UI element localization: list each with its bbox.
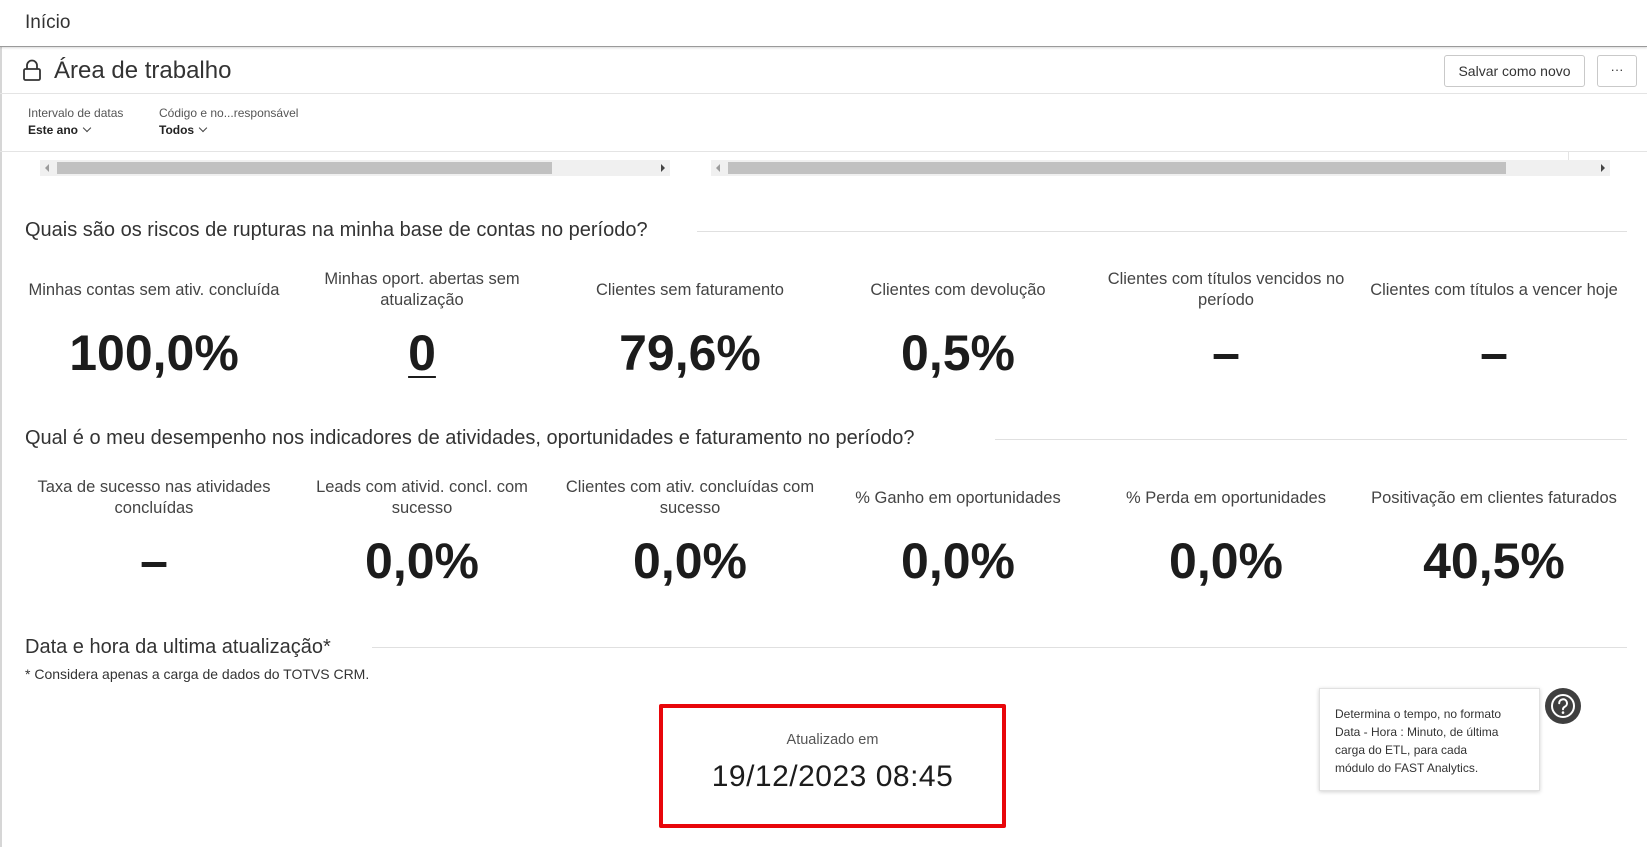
kpi-label: Minhas oport. abertas sem atualização bbox=[324, 270, 520, 309]
scroll-right-arrow-icon[interactable] bbox=[661, 164, 665, 172]
filter-label: Intervalo de datas bbox=[28, 106, 124, 120]
kpi-value: 79,6% bbox=[619, 325, 761, 381]
tooltip-line: carga do ETL, para cada bbox=[1335, 743, 1468, 757]
tooltip-line: módulo do FAST Analytics. bbox=[1335, 761, 1479, 775]
section-divider bbox=[372, 647, 1627, 648]
kpi-label: % Ganho em oportunidades bbox=[855, 488, 1061, 507]
kpi-billed-clients-positivation: Positivação em clientes faturados 40,5% bbox=[1360, 477, 1628, 590]
top-bar: Início bbox=[0, 0, 1647, 47]
filter-value: Todos bbox=[159, 123, 195, 137]
kpi-accounts-without-activity: Minhas contas sem ativ. concluída 100,0% bbox=[20, 269, 288, 382]
kpi-label: Clientes com devolução bbox=[870, 280, 1046, 299]
section-title-risks: Quais são os riscos de rupturas na minha… bbox=[25, 219, 648, 241]
footnote: * Considera apenas a carga de dados do T… bbox=[25, 666, 370, 682]
scrollbar-thumb[interactable] bbox=[728, 162, 1506, 174]
kpi-label: Clientes com títulos a vencer hoje bbox=[1370, 280, 1618, 299]
tooltip-line: Data - Hora : Minuto, de última bbox=[1335, 725, 1499, 739]
section-title-last-update: Data e hora da ultima atualização* bbox=[25, 636, 331, 658]
kpi-clients-with-returns: Clientes com devolução 0,5% bbox=[824, 269, 1092, 382]
kpi-open-opportunities: Minhas oport. abertas sem atualização 0 bbox=[288, 269, 556, 382]
home-link[interactable]: Início bbox=[25, 12, 70, 34]
kpi-value: 0,0% bbox=[633, 533, 747, 589]
chevron-down-icon bbox=[82, 123, 92, 133]
more-options-button[interactable]: ··· bbox=[1597, 55, 1637, 87]
kpi-label: Taxa de sucesso nas atividades concluída… bbox=[37, 478, 271, 517]
chevron-down-icon bbox=[198, 123, 208, 133]
tooltip-line: Determina o tempo, no formato bbox=[1335, 707, 1502, 721]
scroll-left-arrow-icon[interactable] bbox=[45, 164, 49, 172]
updated-label: Atualizado em bbox=[786, 732, 879, 748]
help-icon bbox=[1551, 694, 1575, 718]
section-title-performance: Qual é o meu desempenho nos indicadores … bbox=[25, 427, 915, 449]
kpi-label: Clientes sem faturamento bbox=[595, 280, 784, 299]
kpi-lost-opportunities: % Perda em oportunidades 0,0% bbox=[1092, 477, 1360, 590]
kpi-value: – bbox=[1212, 325, 1240, 381]
filter-date-range[interactable]: Intervalo de datas Este ano bbox=[28, 106, 123, 139]
kpi-clients-without-billing: Clientes sem faturamento 79,6% bbox=[556, 269, 824, 382]
filter-responsible[interactable]: Código e no...responsável Todos bbox=[159, 106, 298, 139]
filter-bar: Intervalo de datas Este ano Código e no.… bbox=[0, 95, 1647, 152]
kpi-value: 100,0% bbox=[69, 325, 239, 381]
kpi-value: 0,0% bbox=[901, 533, 1015, 589]
kpi-value: 0,5% bbox=[901, 325, 1015, 381]
filter-label: Código e no...responsável bbox=[159, 106, 299, 120]
kpi-value: – bbox=[1480, 325, 1508, 381]
section-divider bbox=[697, 231, 1627, 232]
kpi-clients-success: Clientes com ativ. concluídas com sucess… bbox=[556, 477, 824, 590]
kpi-label: Clientes com ativ. concluídas com sucess… bbox=[565, 478, 815, 517]
help-tooltip: Determina o tempo, no formato Data - Hor… bbox=[1319, 688, 1540, 791]
horizontal-scrollbar-left[interactable] bbox=[40, 160, 670, 176]
scrollbar-thumb[interactable] bbox=[57, 162, 552, 174]
kpi-won-opportunities: % Ganho em oportunidades 0,0% bbox=[824, 477, 1092, 590]
kpi-value: 40,5% bbox=[1423, 533, 1565, 589]
kpi-label: Leads com ativid. concl. com sucesso bbox=[316, 478, 528, 517]
last-update-card: Atualizado em 19/12/2023 08:45 bbox=[659, 704, 1006, 828]
scroll-right-arrow-icon[interactable] bbox=[1601, 164, 1605, 172]
filter-value: Este ano bbox=[28, 123, 79, 137]
kpi-value-link[interactable]: 0 bbox=[288, 324, 556, 382]
lock-icon bbox=[23, 59, 41, 81]
kpi-activity-success-rate: Taxa de sucesso nas atividades concluída… bbox=[20, 477, 288, 590]
help-button[interactable] bbox=[1545, 688, 1581, 724]
kpi-label: % Perda em oportunidades bbox=[1126, 488, 1326, 507]
kpi-overdue-titles: Clientes com títulos vencidos no período… bbox=[1092, 269, 1360, 382]
kpi-value: – bbox=[140, 533, 168, 589]
section-divider bbox=[995, 439, 1627, 440]
kpi-value: 0,0% bbox=[1169, 533, 1283, 589]
horizontal-scrollbar-right[interactable] bbox=[711, 160, 1610, 176]
kpi-value: 0,0% bbox=[365, 533, 479, 589]
page-title: Área de trabalho bbox=[54, 57, 232, 84]
updated-value: 19/12/2023 08:45 bbox=[711, 760, 954, 793]
kpi-leads-success: Leads com ativid. concl. com sucesso 0,0… bbox=[288, 477, 556, 590]
kpi-label: Clientes com títulos vencidos no período bbox=[1107, 270, 1345, 309]
save-as-new-button[interactable]: Salvar como novo bbox=[1444, 55, 1585, 87]
scroll-left-arrow-icon[interactable] bbox=[716, 164, 720, 172]
workspace-header: Área de trabalho Salvar como novo ··· bbox=[0, 48, 1647, 94]
kpi-label: Minhas contas sem ativ. concluída bbox=[28, 280, 280, 299]
kpi-label: Positivação em clientes faturados bbox=[1371, 488, 1617, 507]
kpi-titles-due-today: Clientes com títulos a vencer hoje – bbox=[1360, 269, 1628, 382]
